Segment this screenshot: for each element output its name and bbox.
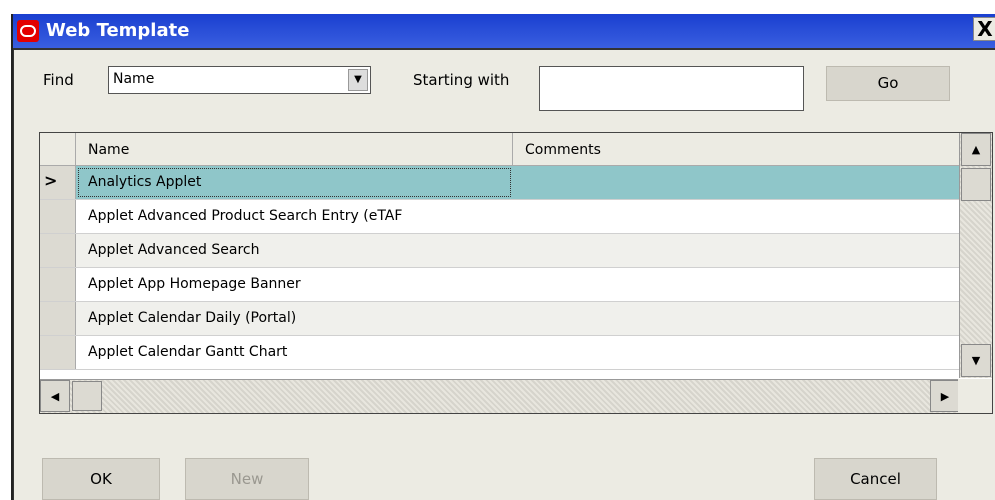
- row-name-cell[interactable]: Applet Advanced Product Search Entry (eT…: [76, 200, 513, 233]
- horizontal-scroll-thumb[interactable]: [72, 381, 102, 411]
- table-row[interactable]: Applet Calendar Gantt Chart: [40, 336, 960, 370]
- row-name-cell[interactable]: Applet Calendar Gantt Chart: [76, 336, 513, 369]
- row-selector[interactable]: [40, 302, 76, 335]
- cancel-button[interactable]: Cancel: [814, 458, 937, 500]
- scrollbar-corner: [958, 379, 992, 413]
- horizontal-scrollbar[interactable]: ◀ ▶: [40, 379, 960, 413]
- template-grid: Name Comments > Analytics Applet Applet …: [39, 132, 993, 414]
- starting-with-input[interactable]: [539, 66, 804, 111]
- row-comments-cell[interactable]: [513, 200, 960, 233]
- row-selector[interactable]: [40, 200, 76, 233]
- scroll-thumb[interactable]: [961, 168, 991, 201]
- row-selector[interactable]: [40, 268, 76, 301]
- oracle-logo-icon: [17, 20, 39, 42]
- scroll-left-icon[interactable]: ◀: [40, 380, 70, 412]
- chevron-down-icon[interactable]: ▼: [348, 69, 368, 91]
- row-comments-cell[interactable]: [513, 302, 960, 335]
- go-button[interactable]: Go: [826, 66, 950, 101]
- dialog-content: Find Name ▼ Starting with Go Name Commen…: [13, 48, 995, 500]
- row-name-cell[interactable]: Applet Advanced Search: [76, 234, 513, 267]
- table-row[interactable]: Applet Advanced Search: [40, 234, 960, 268]
- row-selector[interactable]: [40, 234, 76, 267]
- ok-button[interactable]: OK: [42, 458, 160, 500]
- row-selector-current[interactable]: >: [40, 166, 76, 199]
- column-header-name[interactable]: Name: [76, 133, 513, 166]
- row-comments-cell[interactable]: [513, 336, 960, 369]
- find-field-value: Name: [113, 71, 155, 87]
- row-comments-cell[interactable]: [513, 268, 960, 301]
- new-button[interactable]: New: [185, 458, 309, 500]
- row-comments-cell[interactable]: [513, 234, 960, 267]
- scroll-down-icon[interactable]: ▼: [961, 344, 991, 377]
- title-bar[interactable]: Web Template X: [13, 14, 995, 48]
- close-button[interactable]: X: [973, 17, 995, 41]
- scroll-up-icon[interactable]: ▲: [961, 133, 991, 166]
- table-row[interactable]: > Analytics Applet: [40, 166, 960, 200]
- find-field-select[interactable]: Name ▼: [108, 66, 371, 94]
- table-row[interactable]: Applet App Homepage Banner: [40, 268, 960, 302]
- table-row[interactable]: Applet Calendar Daily (Portal): [40, 302, 960, 336]
- row-selector[interactable]: [40, 336, 76, 369]
- vertical-scrollbar[interactable]: ▲ ▼: [959, 133, 992, 378]
- web-template-dialog: Web Template X Find Name ▼ Starting with…: [11, 14, 995, 500]
- row-name-cell[interactable]: Applet App Homepage Banner: [76, 268, 513, 301]
- scroll-right-icon[interactable]: ▶: [930, 380, 960, 412]
- dialog-title: Web Template: [46, 20, 190, 41]
- row-name-cell[interactable]: Analytics Applet: [76, 166, 513, 199]
- starting-with-label: Starting with: [413, 71, 510, 89]
- column-header-comments[interactable]: Comments: [513, 133, 960, 166]
- table-row[interactable]: Applet Advanced Product Search Entry (eT…: [40, 200, 960, 234]
- row-comments-cell[interactable]: [513, 166, 960, 199]
- row-name-cell[interactable]: Applet Calendar Daily (Portal): [76, 302, 513, 335]
- find-label: Find: [43, 71, 74, 89]
- grid-corner-header: [40, 133, 76, 166]
